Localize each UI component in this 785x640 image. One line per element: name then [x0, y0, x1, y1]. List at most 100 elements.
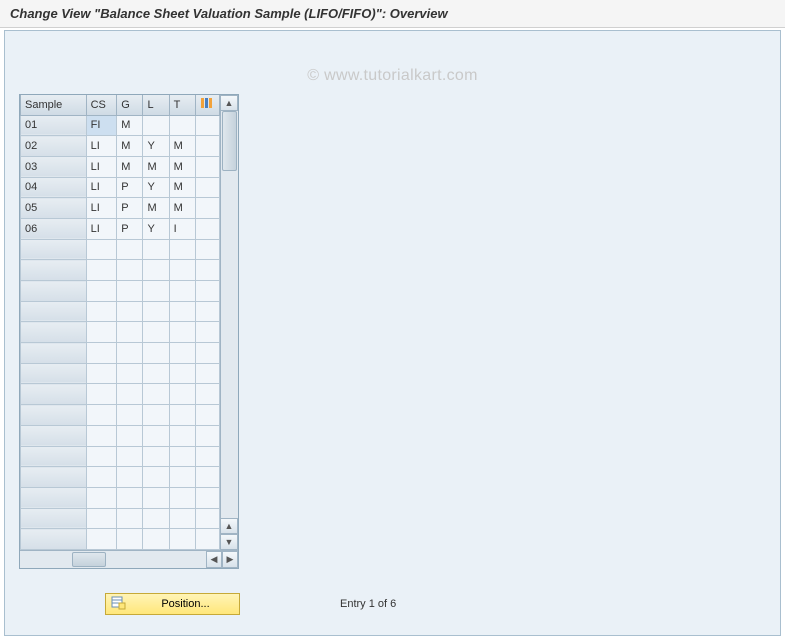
cell-sample[interactable]	[21, 301, 87, 322]
table-row[interactable]	[21, 425, 220, 446]
cell-t[interactable]	[169, 405, 195, 426]
cell-t[interactable]	[169, 363, 195, 384]
cell-cs[interactable]	[86, 508, 117, 529]
cell-cs[interactable]: LI	[86, 218, 117, 239]
cell-t[interactable]: M	[169, 198, 195, 219]
cell-t[interactable]	[169, 467, 195, 488]
cell-sample[interactable]	[21, 239, 87, 260]
table-row[interactable]: 01FIM	[21, 115, 220, 136]
cell-cs[interactable]	[86, 446, 117, 467]
cell-sample[interactable]	[21, 322, 87, 343]
cell-l[interactable]	[143, 322, 169, 343]
column-header-cs[interactable]: CS	[86, 95, 117, 115]
cell-sample[interactable]	[21, 260, 87, 281]
table-row[interactable]	[21, 363, 220, 384]
cell-sample[interactable]: 01	[21, 115, 87, 136]
cell-g[interactable]	[117, 260, 143, 281]
cell-sample[interactable]: 05	[21, 198, 87, 219]
cell-cs[interactable]	[86, 467, 117, 488]
cell-l[interactable]: Y	[143, 177, 169, 198]
table-row[interactable]	[21, 343, 220, 364]
cell-cs[interactable]	[86, 529, 117, 550]
cell-g[interactable]: P	[117, 198, 143, 219]
table-row[interactable]	[21, 487, 220, 508]
cell-t[interactable]	[169, 115, 195, 136]
cell-t[interactable]	[169, 446, 195, 467]
column-header-g[interactable]: G	[117, 95, 143, 115]
table-row[interactable]	[21, 508, 220, 529]
cell-t[interactable]: M	[169, 177, 195, 198]
table-row[interactable]: 04LIPYM	[21, 177, 220, 198]
table-row[interactable]	[21, 384, 220, 405]
column-header-l[interactable]: L	[143, 95, 169, 115]
cell-g[interactable]: M	[117, 156, 143, 177]
cell-g[interactable]	[117, 425, 143, 446]
table-settings-icon[interactable]	[200, 98, 214, 112]
cell-sample[interactable]: 04	[21, 177, 87, 198]
cell-l[interactable]	[143, 343, 169, 364]
column-header-settings[interactable]	[195, 95, 219, 115]
scroll-left-arrow-icon[interactable]: ◀	[206, 551, 222, 568]
cell-g[interactable]	[117, 529, 143, 550]
cell-g[interactable]	[117, 343, 143, 364]
table-row[interactable]	[21, 529, 220, 550]
table-row[interactable]: 06LIPYI	[21, 218, 220, 239]
cell-cs[interactable]	[86, 322, 117, 343]
cell-g[interactable]	[117, 384, 143, 405]
cell-t[interactable]	[169, 239, 195, 260]
scroll-right-arrow-icon[interactable]: ▶	[222, 551, 238, 568]
horizontal-scrollbar[interactable]: ◀ ▶	[20, 550, 238, 568]
cell-cs[interactable]	[86, 281, 117, 302]
cell-cs[interactable]	[86, 239, 117, 260]
cell-sample[interactable]	[21, 446, 87, 467]
cell-t[interactable]	[169, 343, 195, 364]
cell-l[interactable]: M	[143, 198, 169, 219]
cell-g[interactable]	[117, 446, 143, 467]
cell-l[interactable]: M	[143, 156, 169, 177]
scroll-up-arrow-icon[interactable]: ▲	[221, 95, 238, 111]
column-header-t[interactable]: T	[169, 95, 195, 115]
cell-l[interactable]: Y	[143, 218, 169, 239]
cell-g[interactable]: P	[117, 177, 143, 198]
cell-g[interactable]: M	[117, 115, 143, 136]
cell-t[interactable]	[169, 384, 195, 405]
cell-t[interactable]: I	[169, 218, 195, 239]
cell-l[interactable]	[143, 239, 169, 260]
cell-g[interactable]: M	[117, 136, 143, 157]
vertical-scroll-thumb[interactable]	[222, 111, 237, 171]
cell-cs[interactable]	[86, 405, 117, 426]
cell-cs[interactable]: LI	[86, 156, 117, 177]
cell-sample[interactable]	[21, 487, 87, 508]
cell-t[interactable]	[169, 281, 195, 302]
cell-g[interactable]: P	[117, 218, 143, 239]
cell-g[interactable]	[117, 281, 143, 302]
cell-sample[interactable]	[21, 467, 87, 488]
table-row[interactable]	[21, 239, 220, 260]
cell-cs[interactable]: LI	[86, 198, 117, 219]
cell-t[interactable]: M	[169, 136, 195, 157]
cell-cs[interactable]	[86, 425, 117, 446]
table-row[interactable]	[21, 446, 220, 467]
cell-sample[interactable]	[21, 405, 87, 426]
table-row[interactable]	[21, 467, 220, 488]
cell-cs[interactable]	[86, 260, 117, 281]
cell-l[interactable]	[143, 363, 169, 384]
cell-l[interactable]	[143, 529, 169, 550]
cell-l[interactable]	[143, 301, 169, 322]
cell-cs[interactable]	[86, 301, 117, 322]
cell-l[interactable]	[143, 384, 169, 405]
cell-l[interactable]	[143, 446, 169, 467]
table-row[interactable]: 02LIMYM	[21, 136, 220, 157]
cell-g[interactable]	[117, 322, 143, 343]
table-row[interactable]	[21, 301, 220, 322]
table-row[interactable]	[21, 260, 220, 281]
table-row[interactable]	[21, 322, 220, 343]
cell-l[interactable]	[143, 467, 169, 488]
cell-cs[interactable]	[86, 487, 117, 508]
cell-g[interactable]	[117, 301, 143, 322]
cell-l[interactable]	[143, 405, 169, 426]
cell-t[interactable]	[169, 425, 195, 446]
data-grid[interactable]: Sample CS G L T 01FIM02LIMYM03LIMMM04LIP…	[19, 94, 239, 569]
cell-sample[interactable]	[21, 508, 87, 529]
table-row[interactable]: 05LIPMM	[21, 198, 220, 219]
